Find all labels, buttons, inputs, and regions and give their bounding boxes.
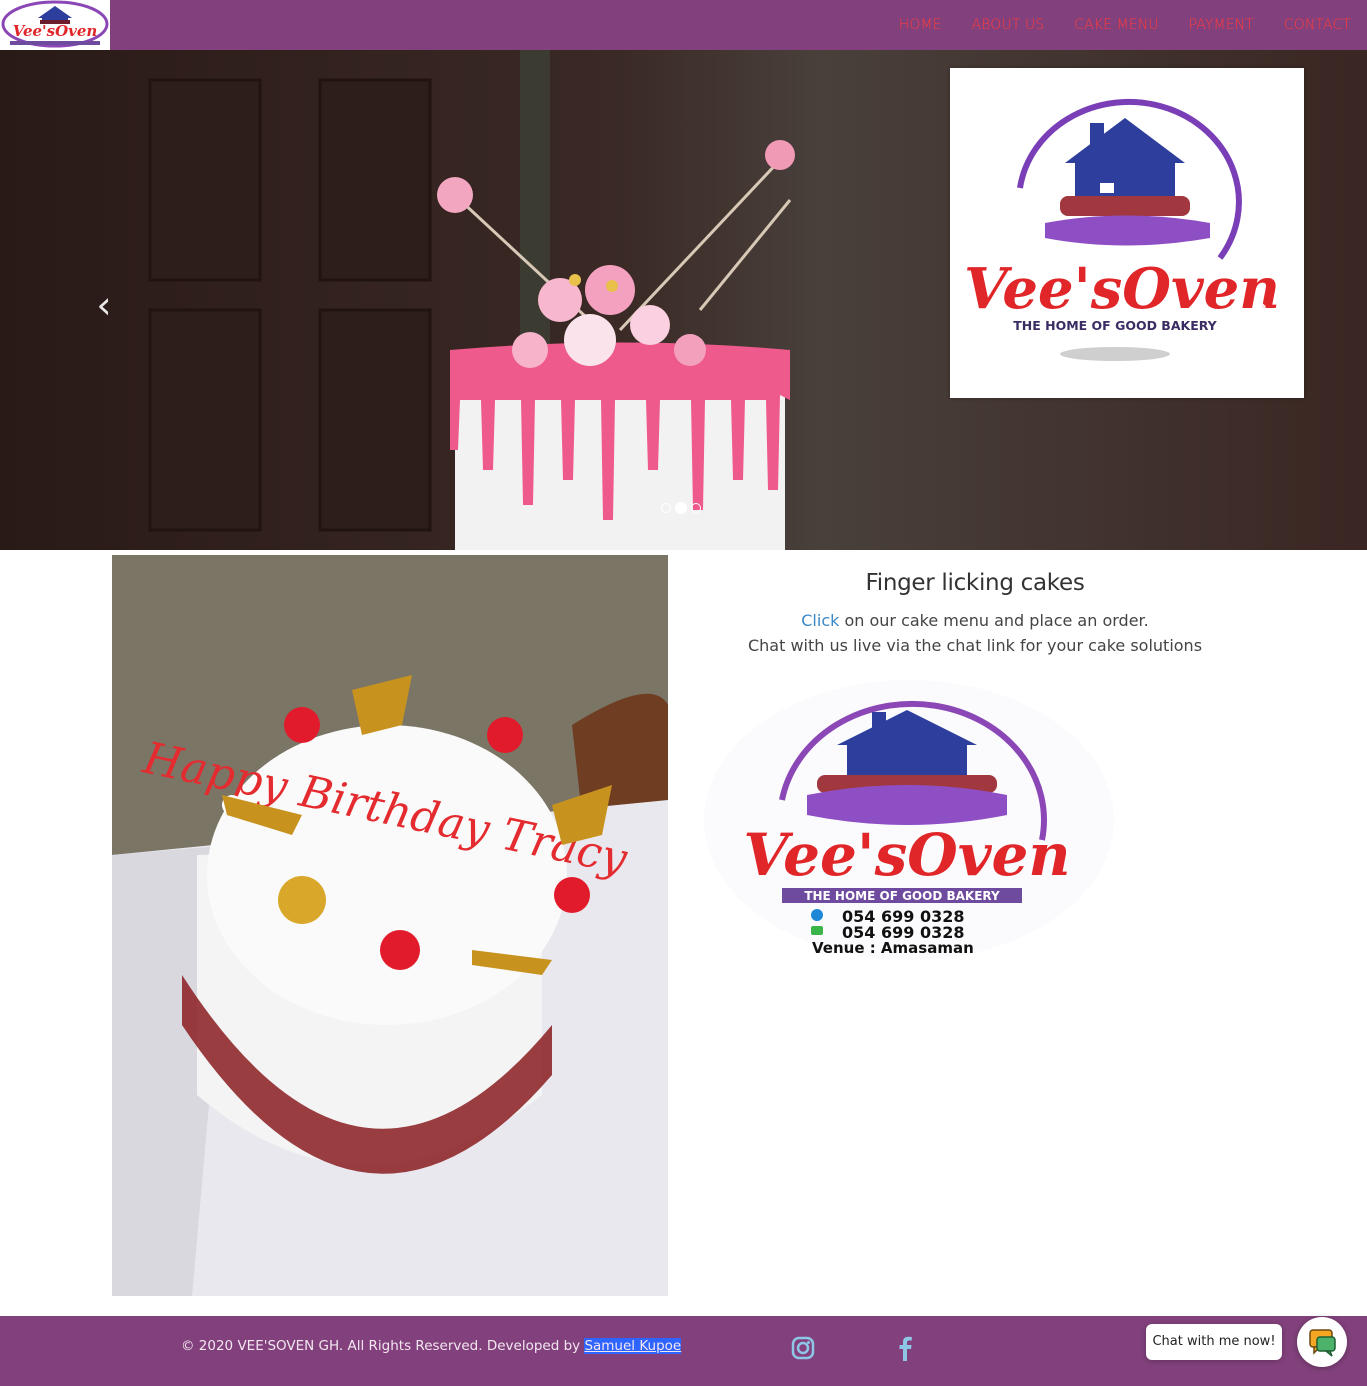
section-heading: Finger licking cakes <box>865 570 1085 596</box>
carousel-indicator-3[interactable] <box>691 503 701 513</box>
carousel-brand-card: Vee'sOven THE HOME OF GOOD BAKERY <box>950 68 1304 398</box>
chat-text: Chat with us live via the chat link for … <box>747 636 1203 655</box>
carousel-logo-name: Vee'sOven <box>964 256 1280 322</box>
cake-menu-link[interactable]: Click <box>801 611 839 630</box>
nav-contact[interactable]: CONTACT <box>1284 17 1351 33</box>
instagram-icon[interactable] <box>790 1333 816 1363</box>
chevron-left-icon: ‹ <box>96 283 112 327</box>
main-nav: HOME ABOUT US CAKE MENU PAYMENT CONTACT <box>869 0 1351 50</box>
promo-tagline: THE HOME OF GOOD BAKERY <box>804 889 1000 903</box>
whatsapp-icon <box>811 926 823 935</box>
birthday-cake-photo: Happy Birthday Tracy <box>112 555 668 1296</box>
carousel-logo-tagline: THE HOME OF GOOD BAKERY <box>1013 318 1217 333</box>
hero-carousel: Vee'sOven THE HOME OF GOOD BAKERY ‹ › <box>0 50 1367 550</box>
carousel-indicators <box>661 502 701 514</box>
order-text: on our cake menu and place an order. <box>839 611 1149 630</box>
phone-icon <box>811 909 823 921</box>
nav-payment[interactable]: PAYMENT <box>1189 17 1254 33</box>
chat-icon <box>1309 1329 1336 1357</box>
brand-logo[interactable]: Vee'sOven <box>0 0 110 50</box>
info-paragraph: Click on our cake menu and place an orde… <box>690 608 1260 658</box>
nav-home[interactable]: HOME <box>899 17 942 33</box>
developer-link[interactable]: Samuel Kupoe <box>584 1338 682 1354</box>
facebook-icon[interactable] <box>892 1333 918 1363</box>
svg-text:Vee'sOven: Vee'sOven <box>13 22 98 40</box>
promo-venue: Venue : Amasaman <box>812 939 974 957</box>
info-section: Finger licking cakes Click on our cake m… <box>690 570 1260 658</box>
footer-copyright: © 2020 VEE'SOVEN GH. All Rights Reserved… <box>181 1338 682 1354</box>
nav-cake-menu[interactable]: CAKE MENU <box>1074 17 1158 33</box>
chevron-right-icon: › <box>1253 283 1269 327</box>
chat-prompt-bubble[interactable]: Chat with me now! <box>1146 1324 1282 1360</box>
promo-card: Vee'sOven THE HOME OF GOOD BAKERY 054 69… <box>697 670 1122 970</box>
carousel-indicator-2[interactable] <box>675 502 687 514</box>
carousel-prev-button[interactable]: ‹ <box>89 285 119 325</box>
promo-logo-name: Vee'sOven <box>743 821 1070 889</box>
chat-prompt-label: Chat with me now! <box>1152 1334 1276 1349</box>
carousel-next-button[interactable]: › <box>1246 285 1276 325</box>
navbar: Vee'sOven HOME ABOUT US CAKE MENU PAYMEN… <box>0 0 1367 50</box>
copyright-text: © 2020 VEE'SOVEN GH. All Rights Reserved… <box>181 1338 585 1354</box>
nav-about-us[interactable]: ABOUT US <box>972 17 1045 33</box>
carousel-indicator-1[interactable] <box>661 503 671 513</box>
chat-launcher-button[interactable] <box>1297 1317 1347 1367</box>
